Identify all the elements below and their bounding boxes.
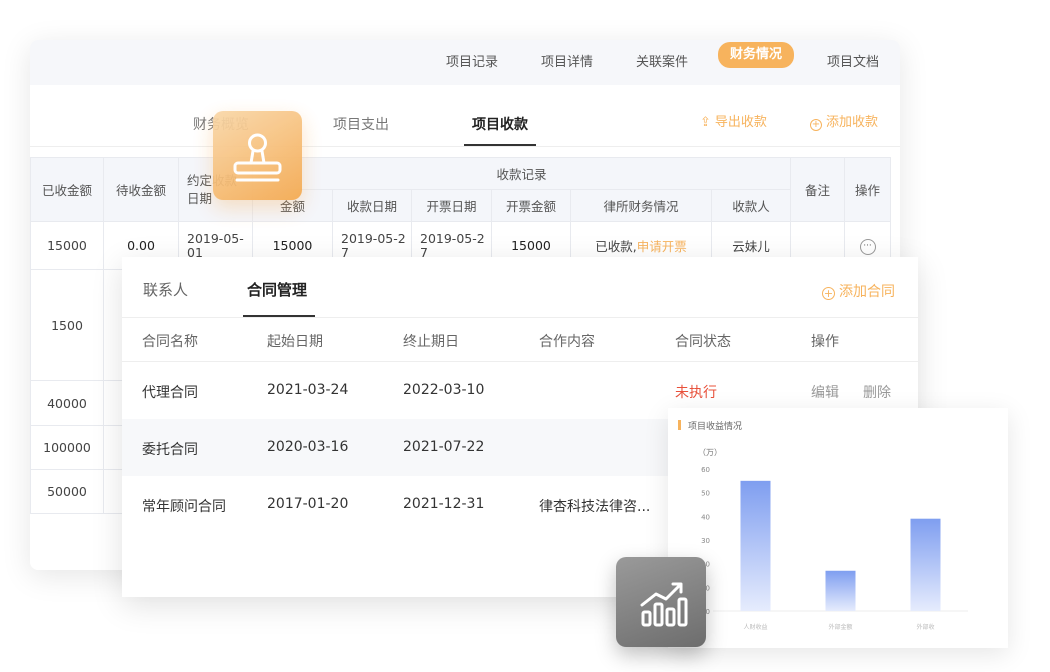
nav-item-finance[interactable]: 财务情况 <box>718 40 795 68</box>
bar <box>910 518 941 611</box>
y-tick-label: 60 <box>701 466 710 474</box>
title-accent <box>678 420 681 430</box>
cell-received: 15000 <box>30 221 104 270</box>
nav-item-project-record[interactable]: 项目记录 <box>446 52 498 74</box>
contract-start: 2017-01-20 <box>267 496 349 512</box>
header-received: 已收金额 <box>30 157 104 222</box>
tabs-divider <box>30 146 900 147</box>
header-receipt-date: 收款日期 <box>332 189 412 222</box>
header-invoice-date: 开票日期 <box>411 189 492 222</box>
col-cooperation: 合作内容 <box>539 334 595 350</box>
contract-table-header: 合同名称 起始日期 终止期日 合作内容 合同状态 操作 <box>122 318 918 362</box>
export-receipts-label: 导出收款 <box>714 115 767 130</box>
contract-status: 未执行 <box>675 385 717 401</box>
bar <box>740 480 771 611</box>
nav-item-linked-cases[interactable]: 关联案件 <box>636 52 688 74</box>
project-top-nav: 项目记录 项目详情 关联案件 财务情况 项目文档 <box>30 40 900 85</box>
apply-invoice-link[interactable]: 申请开票 <box>637 239 687 254</box>
add-receipt-button[interactable]: + 添加收款 <box>810 111 878 131</box>
bar <box>825 570 856 611</box>
edit-button[interactable]: 编辑 <box>811 382 839 402</box>
header-action: 操作 <box>844 157 891 222</box>
contract-name: 委托合同 <box>142 442 198 458</box>
x-tick-label: 外部金额 <box>828 623 852 631</box>
nav-item-project-docs[interactable]: 项目文档 <box>827 52 879 74</box>
delete-button[interactable]: 删除 <box>863 382 891 402</box>
plus-circle-icon: + <box>810 119 822 131</box>
x-tick-label: 外部收 <box>916 623 934 631</box>
col-status: 合同状态 <box>675 334 731 350</box>
stamp-badge <box>213 111 302 200</box>
header-invoice-amount: 开票金额 <box>491 189 571 222</box>
cell-received: 40000 <box>30 380 104 426</box>
cell-received: 100000 <box>30 425 104 470</box>
y-tick-label: 30 <box>701 537 710 545</box>
header-payee: 收款人 <box>711 189 791 222</box>
y-tick-label: 50 <box>701 490 710 498</box>
tab-project-expense[interactable]: 项目支出 <box>333 114 389 134</box>
revenue-chart: 项目收益情况 （万） 6050403020100人财收益外部金额外部收 <box>678 420 968 631</box>
growth-chart-icon <box>640 582 688 627</box>
header-finance-status: 律所财务情况 <box>570 189 712 222</box>
y-tick-label: 0 <box>706 608 710 616</box>
contract-start: 2021-03-24 <box>267 382 349 398</box>
stamp-icon <box>233 133 282 182</box>
add-receipt-label: 添加收款 <box>826 115 879 130</box>
tab-contract-management[interactable]: 合同管理 <box>247 279 307 300</box>
cell-received: 50000 <box>30 469 104 514</box>
nav-item-project-detail[interactable]: 项目详情 <box>541 52 593 74</box>
export-receipts-button[interactable]: ⇪ 导出收款 <box>700 111 767 130</box>
header-receipt-group: 收款记录 <box>252 157 791 190</box>
contract-start: 2020-03-16 <box>267 439 349 455</box>
col-end-date: 终止期日 <box>403 334 459 350</box>
col-start-date: 起始日期 <box>267 334 323 350</box>
contract-end: 2021-12-31 <box>403 496 485 512</box>
more-icon[interactable]: ··· <box>859 239 876 255</box>
col-contract-name: 合同名称 <box>142 334 198 350</box>
contract-end: 2022-03-10 <box>403 382 485 398</box>
add-contract-button[interactable]: + 添加合同 <box>822 281 895 301</box>
add-contract-label: 添加合同 <box>839 284 895 300</box>
col-actions: 操作 <box>811 334 839 350</box>
revenue-chart-card: 项目收益情况 （万） 6050403020100人财收益外部金额外部收 <box>668 408 1008 648</box>
chart-title: 项目收益情况 <box>688 420 742 432</box>
contract-end: 2021-07-22 <box>403 439 485 455</box>
analytics-badge <box>616 557 706 647</box>
x-tick-label: 人财收益 <box>743 623 767 631</box>
contract-name: 代理合同 <box>142 385 198 401</box>
tab-project-receipts[interactable]: 项目收款 <box>472 114 528 134</box>
cell-received: 1500 <box>30 269 104 381</box>
y-axis-unit: （万） <box>698 448 722 457</box>
contract-content: 律杏科技法律咨... <box>539 499 651 515</box>
contract-name: 常年顾问合同 <box>142 499 226 515</box>
header-remark: 备注 <box>790 157 845 222</box>
tab-contacts[interactable]: 联系人 <box>143 279 188 300</box>
header-pending: 待收金额 <box>103 157 179 222</box>
upload-icon: ⇪ <box>700 115 711 130</box>
nav-item-finance-label: 财务情况 <box>718 42 795 68</box>
status-text: 已收款, <box>595 239 637 254</box>
plus-circle-icon: + <box>822 287 835 300</box>
y-tick-label: 40 <box>701 513 710 521</box>
